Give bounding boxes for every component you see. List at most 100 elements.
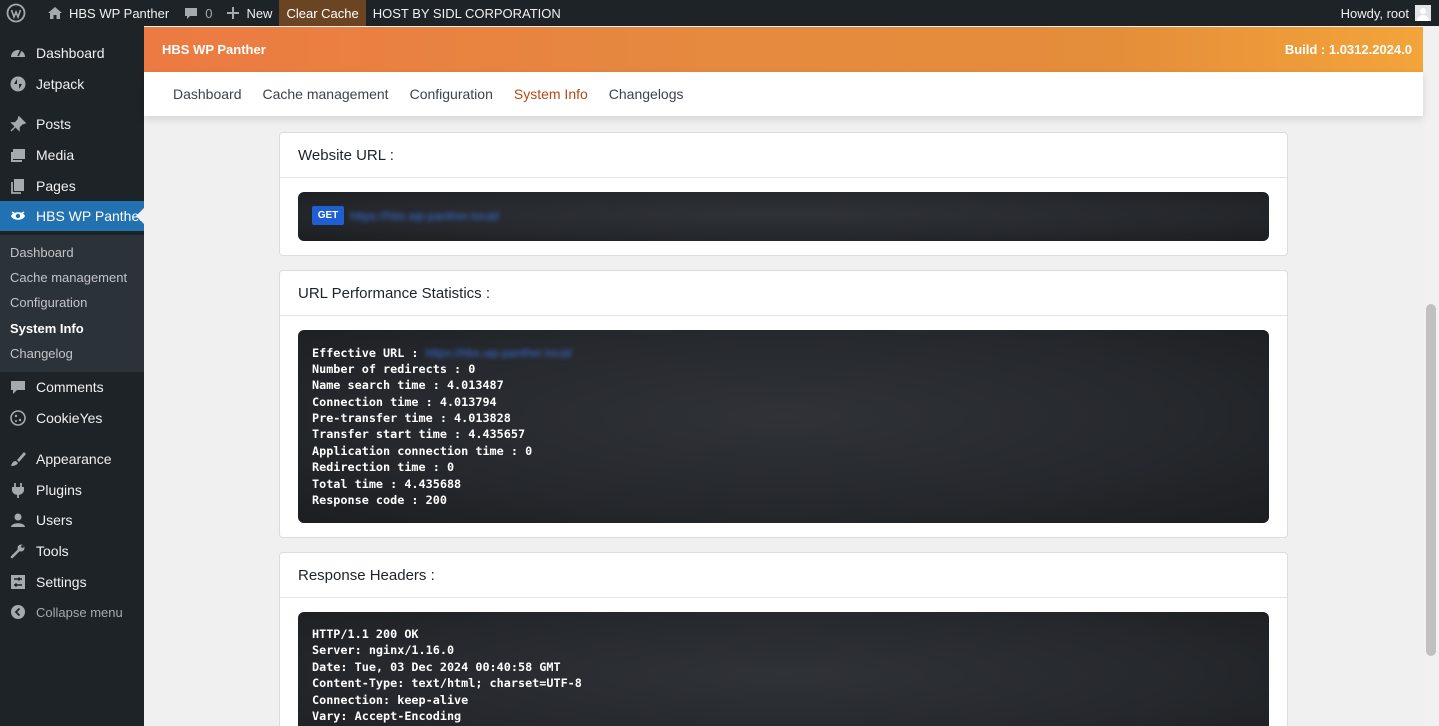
sidebar-item-label: Comments [36, 379, 104, 395]
admin-bar: HBS WP Panther 0 New Clear Cache HOST BY… [0, 0, 1439, 26]
response-headers-heading: Response Headers : [280, 553, 1287, 598]
submenu-item-system-info[interactable]: System Info [10, 321, 84, 336]
sidebar-item-label: Jetpack [36, 76, 85, 92]
site-name-label: HBS WP Panther [69, 5, 170, 21]
tab-configuration[interactable]: Configuration [410, 86, 493, 102]
brush-icon [0, 450, 36, 468]
sidebar-item-label: Users [36, 512, 73, 528]
build-version: Build : 1.0312.2024.0 [1284, 42, 1412, 57]
clear-cache-button[interactable]: Clear Cache [279, 0, 366, 26]
sidebar-item-comments[interactable]: Comments [0, 372, 144, 402]
tab-system-info[interactable]: System Info [514, 86, 588, 102]
howdy-label: Howdy, root [1340, 5, 1409, 21]
stat-line: Connection time : 4.013794 [312, 395, 497, 409]
submenu-item-dashboard[interactable]: Dashboard [10, 245, 74, 260]
header-line: Vary: Accept-Encoding [312, 709, 462, 723]
submenu-item-configuration[interactable]: Configuration [10, 295, 87, 310]
panther-submenu: Dashboard Cache management Configuration… [0, 235, 144, 372]
header-line: HTTP/1.1 200 OK [312, 627, 419, 641]
website-url-value[interactable]: https://hbs.wp-panther.local/ [350, 209, 499, 223]
media-icon [0, 146, 36, 164]
pages-icon [0, 177, 36, 195]
stat-line: Name search time : 4.013487 [312, 378, 504, 392]
dashboard-icon [0, 44, 36, 62]
sidebar-item-media[interactable]: Media [0, 140, 144, 170]
comment-icon [185, 8, 198, 19]
jetpack-icon [0, 75, 36, 93]
performance-card: URL Performance Statistics : Effective U… [279, 270, 1288, 538]
plugin-icon [0, 481, 36, 499]
sidebar-item-label: Plugins [36, 482, 82, 498]
pin-icon [0, 115, 36, 133]
wordpress-logo-icon[interactable] [0, 0, 40, 26]
sidebar-item-appearance[interactable]: Appearance [0, 444, 144, 474]
stat-line: Total time : 4.435688 [312, 477, 462, 491]
comments-link[interactable]: 0 [176, 0, 219, 26]
main-content: Website URL : GET https://hbs.wp-panther… [144, 116, 1423, 726]
cookie-icon [0, 409, 36, 427]
tab-cache-management[interactable]: Cache management [263, 86, 389, 102]
effective-url-label: Effective URL : [312, 346, 426, 360]
stat-line: Response code : 200 [312, 493, 447, 507]
stat-line: Number of redirects : 0 [312, 362, 476, 376]
admin-sidebar: Dashboard Jetpack Posts Media Pages HBS … [0, 26, 144, 726]
http-method-badge: GET [312, 206, 344, 225]
account-menu[interactable]: Howdy, root [1334, 0, 1439, 26]
page-scrollbar[interactable] [1423, 26, 1439, 726]
plugin-header: HBS WP Panther Build : 1.0312.2024.0 [144, 27, 1423, 72]
sidebar-item-posts[interactable]: Posts [0, 109, 144, 139]
website-url-box: GET https://hbs.wp-panther.local/ [298, 192, 1269, 241]
tab-dashboard[interactable]: Dashboard [173, 86, 242, 102]
new-content-button[interactable]: New [219, 0, 279, 26]
home-icon [48, 7, 62, 19]
sidebar-item-hbs-wp-panther[interactable]: HBS WP Panther [0, 201, 144, 231]
sidebar-item-cookieyes[interactable]: CookieYes [0, 403, 144, 433]
sidebar-item-label: Dashboard [36, 45, 105, 61]
host-link[interactable]: HOST BY SIDL CORPORATION [366, 0, 568, 26]
stat-line: Application connection time : 0 [312, 444, 533, 458]
effective-url-line: Effective URL : https://hbs.wp-panther.l… [312, 346, 573, 360]
sidebar-item-label: Settings [36, 574, 87, 590]
sidebar-item-plugins[interactable]: Plugins [0, 475, 144, 505]
sidebar-item-jetpack[interactable]: Jetpack [0, 69, 144, 99]
sidebar-item-dashboard[interactable]: Dashboard [0, 38, 144, 68]
plugin-title: HBS WP Panther [162, 42, 266, 57]
site-name-link[interactable]: HBS WP Panther [40, 0, 176, 26]
plus-icon [227, 7, 240, 19]
collapse-menu-label: Collapse menu [36, 604, 123, 620]
sidebar-item-label: Pages [36, 178, 76, 194]
sidebar-item-settings[interactable]: Settings [0, 567, 144, 597]
stat-line: Transfer start time : 4.435657 [312, 427, 526, 441]
sidebar-item-tools[interactable]: Tools [0, 536, 144, 566]
wrench-icon [0, 542, 36, 560]
website-url-card: Website URL : GET https://hbs.wp-panther… [279, 132, 1288, 256]
comment-icon [0, 378, 36, 396]
response-headers-box: HTTP/1.1 200 OK Server: nginx/1.16.0 Dat… [298, 612, 1269, 726]
sidebar-item-label: Posts [36, 116, 72, 132]
header-line: Date: Tue, 03 Dec 2024 00:40:58 GMT [312, 660, 561, 674]
performance-stats-box: Effective URL : https://hbs.wp-panther.l… [298, 330, 1269, 523]
sidebar-item-label: Media [36, 147, 75, 163]
effective-url-value[interactable]: https://hbs.wp-panther.local/ [426, 346, 573, 360]
scrollbar-thumb[interactable] [1426, 304, 1436, 656]
panther-icon [0, 207, 36, 225]
performance-heading: URL Performance Statistics : [280, 271, 1287, 316]
tab-changelogs[interactable]: Changelogs [609, 86, 684, 102]
comments-count: 0 [205, 5, 213, 21]
submenu-item-changelog[interactable]: Changelog [10, 346, 73, 361]
stat-line: Redirection time : 0 [312, 460, 455, 474]
sidebar-item-pages[interactable]: Pages [0, 171, 144, 201]
settings-icon [0, 573, 36, 591]
sidebar-item-label: Appearance [36, 451, 112, 467]
sidebar-item-label: Tools [36, 543, 69, 559]
avatar [1415, 5, 1431, 21]
submenu-item-cache-management[interactable]: Cache management [10, 270, 127, 285]
header-line: Server: nginx/1.16.0 [312, 643, 455, 657]
collapse-menu-button[interactable]: Collapse menu [0, 597, 144, 627]
sidebar-item-label: HBS WP Panther [36, 208, 144, 224]
sidebar-item-users[interactable]: Users [0, 505, 144, 535]
stat-line: Pre-transfer time : 4.013828 [312, 411, 511, 425]
user-icon [0, 511, 36, 529]
new-label: New [246, 5, 273, 21]
sidebar-item-label: CookieYes [36, 410, 103, 426]
